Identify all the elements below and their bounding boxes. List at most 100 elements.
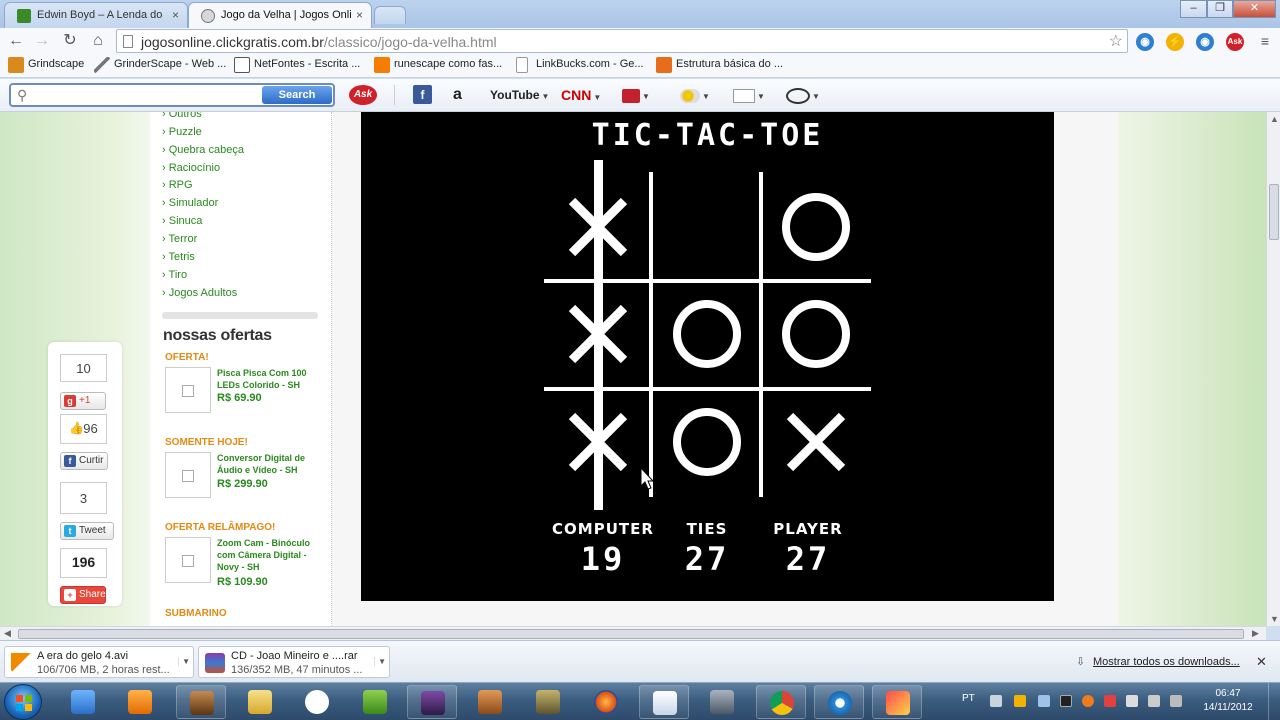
tweet-button[interactable]: t Tweet bbox=[60, 522, 114, 540]
gplus-button[interactable]: g +1 bbox=[60, 392, 106, 410]
bookmark-netfontes[interactable]: NetFontes - Escrita ... bbox=[234, 57, 360, 73]
home-button[interactable]: ⌂ bbox=[88, 31, 108, 51]
facebook-icon[interactable]: f bbox=[413, 85, 432, 104]
dictionary-icon[interactable]: ▼ bbox=[786, 85, 820, 105]
taskbar-app[interactable] bbox=[639, 685, 689, 719]
vertical-scrollbar[interactable]: ▲ ▼ bbox=[1266, 112, 1280, 626]
category-link[interactable]: RPG bbox=[162, 179, 193, 191]
start-button[interactable] bbox=[4, 684, 42, 720]
language-indicator[interactable]: PT bbox=[962, 693, 975, 704]
scroll-right-icon[interactable]: ▶ bbox=[1252, 628, 1259, 639]
tray-avast-icon[interactable] bbox=[1082, 695, 1094, 707]
offer-name[interactable]: Pisca Pisca Com 100 LEDs Colorido - SH bbox=[217, 367, 321, 391]
tray-bolt-icon[interactable] bbox=[1014, 695, 1026, 707]
taskbar-app[interactable] bbox=[697, 685, 747, 719]
show-desktop-button[interactable] bbox=[1268, 683, 1280, 720]
bookmark-star-icon[interactable]: ☆ bbox=[1109, 31, 1123, 51]
bookmark-runescape[interactable]: runescape como fas... bbox=[374, 57, 502, 73]
taskbar-app[interactable] bbox=[581, 685, 631, 719]
download-item[interactable]: CD - Joao Mineiro e ....rar 136/352 MB, … bbox=[198, 646, 390, 678]
category-link[interactable]: Raciocínio bbox=[162, 162, 220, 174]
cnn-button[interactable]: CNN ▼ bbox=[561, 85, 601, 105]
game-board[interactable] bbox=[361, 112, 1054, 512]
category-link[interactable]: Jogos Adultos bbox=[162, 287, 238, 299]
category-link[interactable]: Simulador bbox=[162, 197, 219, 209]
reload-button[interactable]: ↻ bbox=[60, 31, 80, 51]
back-button[interactable]: ← bbox=[6, 31, 26, 51]
tab-edwin-boyd[interactable]: Edwin Boyd – A Lenda do × bbox=[4, 2, 188, 28]
scrollbar-thumb[interactable] bbox=[1269, 184, 1279, 240]
news-icon[interactable]: ▼ bbox=[622, 85, 650, 105]
extension-ask-icon[interactable]: Ask bbox=[1226, 33, 1244, 51]
offer-image[interactable] bbox=[165, 452, 211, 498]
close-window-button[interactable]: ✕ bbox=[1233, 0, 1276, 18]
scrollbar-thumb[interactable] bbox=[18, 629, 1244, 639]
bookmark-grindscape[interactable]: Grindscape bbox=[8, 57, 84, 73]
mail-icon[interactable]: ▼ bbox=[733, 85, 765, 105]
amazon-icon[interactable]: a bbox=[453, 85, 462, 105]
taskbar-app[interactable] bbox=[756, 685, 806, 719]
close-tab-icon[interactable]: × bbox=[172, 8, 179, 22]
tab-jogo-da-velha[interactable]: Jogo da Velha | Jogos Onli × bbox=[188, 2, 372, 28]
weather-icon[interactable]: ▼ bbox=[680, 85, 710, 105]
taskbar-app[interactable] bbox=[465, 685, 515, 719]
download-item[interactable]: A era do gelo 4.avi 106/706 MB, 2 horas … bbox=[4, 646, 194, 678]
new-tab-button[interactable] bbox=[374, 6, 406, 24]
category-link[interactable]: Sinuca bbox=[162, 215, 203, 227]
tray-flag-icon[interactable] bbox=[1104, 695, 1116, 707]
extension-eye-icon[interactable]: ◉ bbox=[1136, 33, 1154, 51]
show-all-downloads-link[interactable]: Mostrar todos os downloads... bbox=[1093, 656, 1240, 668]
taskbar-app[interactable] bbox=[407, 685, 457, 719]
tray-keyboard-icon[interactable] bbox=[990, 695, 1002, 707]
scroll-left-icon[interactable]: ◀ bbox=[4, 628, 11, 639]
ask-logo-icon[interactable]: Ask bbox=[349, 85, 377, 105]
bookmark-grinderscape[interactable]: GrinderScape - Web ... bbox=[94, 57, 226, 73]
tray-sound-icon[interactable] bbox=[1170, 695, 1182, 707]
taskbar-app[interactable] bbox=[176, 685, 226, 719]
chevron-down-icon[interactable]: ▼ bbox=[178, 657, 190, 666]
system-clock[interactable]: 06:47 14/11/2012 bbox=[1198, 687, 1258, 715]
share-button[interactable]: + Share bbox=[60, 586, 106, 604]
ask-search-input[interactable] bbox=[37, 87, 265, 103]
speaker-icon[interactable] bbox=[1126, 695, 1138, 707]
youtube-button[interactable]: YouTube ▼ bbox=[490, 85, 549, 105]
taskbar-app[interactable] bbox=[523, 685, 573, 719]
category-link[interactable]: Quebra cabeça bbox=[162, 144, 244, 156]
category-link[interactable]: Outros bbox=[162, 112, 202, 120]
tray-monitor-icon[interactable] bbox=[1060, 695, 1072, 707]
taskbar-app[interactable] bbox=[292, 685, 342, 719]
taskbar-app[interactable] bbox=[115, 685, 165, 719]
category-link[interactable]: Terror bbox=[162, 233, 198, 245]
taskbar-app[interactable] bbox=[350, 685, 400, 719]
extension-eye2-icon[interactable]: ◉ bbox=[1196, 33, 1214, 51]
horizontal-scrollbar[interactable]: ◀ ▶ bbox=[0, 626, 1266, 640]
offer-image[interactable] bbox=[165, 537, 211, 583]
taskbar-app[interactable] bbox=[872, 685, 922, 719]
taskbar-app[interactable] bbox=[814, 685, 864, 719]
address-bar[interactable]: jogosonline.clickgratis.com.br/classico/… bbox=[116, 29, 1128, 53]
bookmark-estrutura[interactable]: Estrutura básica do ... bbox=[656, 57, 783, 73]
taskbar-app[interactable] bbox=[58, 685, 108, 719]
offer-image[interactable] bbox=[165, 367, 211, 413]
maximize-button[interactable]: ❐ bbox=[1207, 0, 1233, 18]
extension-bolt-icon[interactable]: ⚡ bbox=[1166, 33, 1184, 51]
category-link[interactable]: Tiro bbox=[162, 269, 188, 281]
category-link[interactable]: Tetris bbox=[162, 251, 195, 263]
category-link[interactable]: Puzzle bbox=[162, 126, 202, 138]
bookmark-linkbucks[interactable]: LinkBucks.com - Ge... bbox=[516, 57, 644, 73]
offer-name[interactable]: Conversor Digital de Áudio e Vídeo - SH bbox=[217, 452, 321, 476]
ask-search-button[interactable]: Search bbox=[262, 86, 332, 104]
taskbar-app[interactable] bbox=[235, 685, 285, 719]
forward-button[interactable]: → bbox=[32, 31, 52, 51]
tray-display-icon[interactable] bbox=[1148, 695, 1160, 707]
chevron-down-icon[interactable]: ▼ bbox=[374, 657, 386, 666]
menu-wrench-icon[interactable]: ≡ bbox=[1255, 31, 1275, 51]
empty-cell[interactable] bbox=[662, 182, 752, 272]
scroll-up-icon[interactable]: ▲ bbox=[1270, 114, 1279, 124]
minimize-button[interactable]: – bbox=[1180, 0, 1207, 18]
close-downloads-icon[interactable]: ✕ bbox=[1256, 654, 1267, 670]
close-tab-icon[interactable]: × bbox=[356, 8, 363, 22]
tic-tac-toe-game[interactable]: TIC-TAC-TOE COMPUTER 19 TIES 27 PLAYER 2… bbox=[361, 112, 1054, 601]
tray-network-icon[interactable] bbox=[1038, 695, 1050, 707]
offer-name[interactable]: Zoom Cam - Binóculo com Câmera Digital -… bbox=[217, 537, 321, 573]
